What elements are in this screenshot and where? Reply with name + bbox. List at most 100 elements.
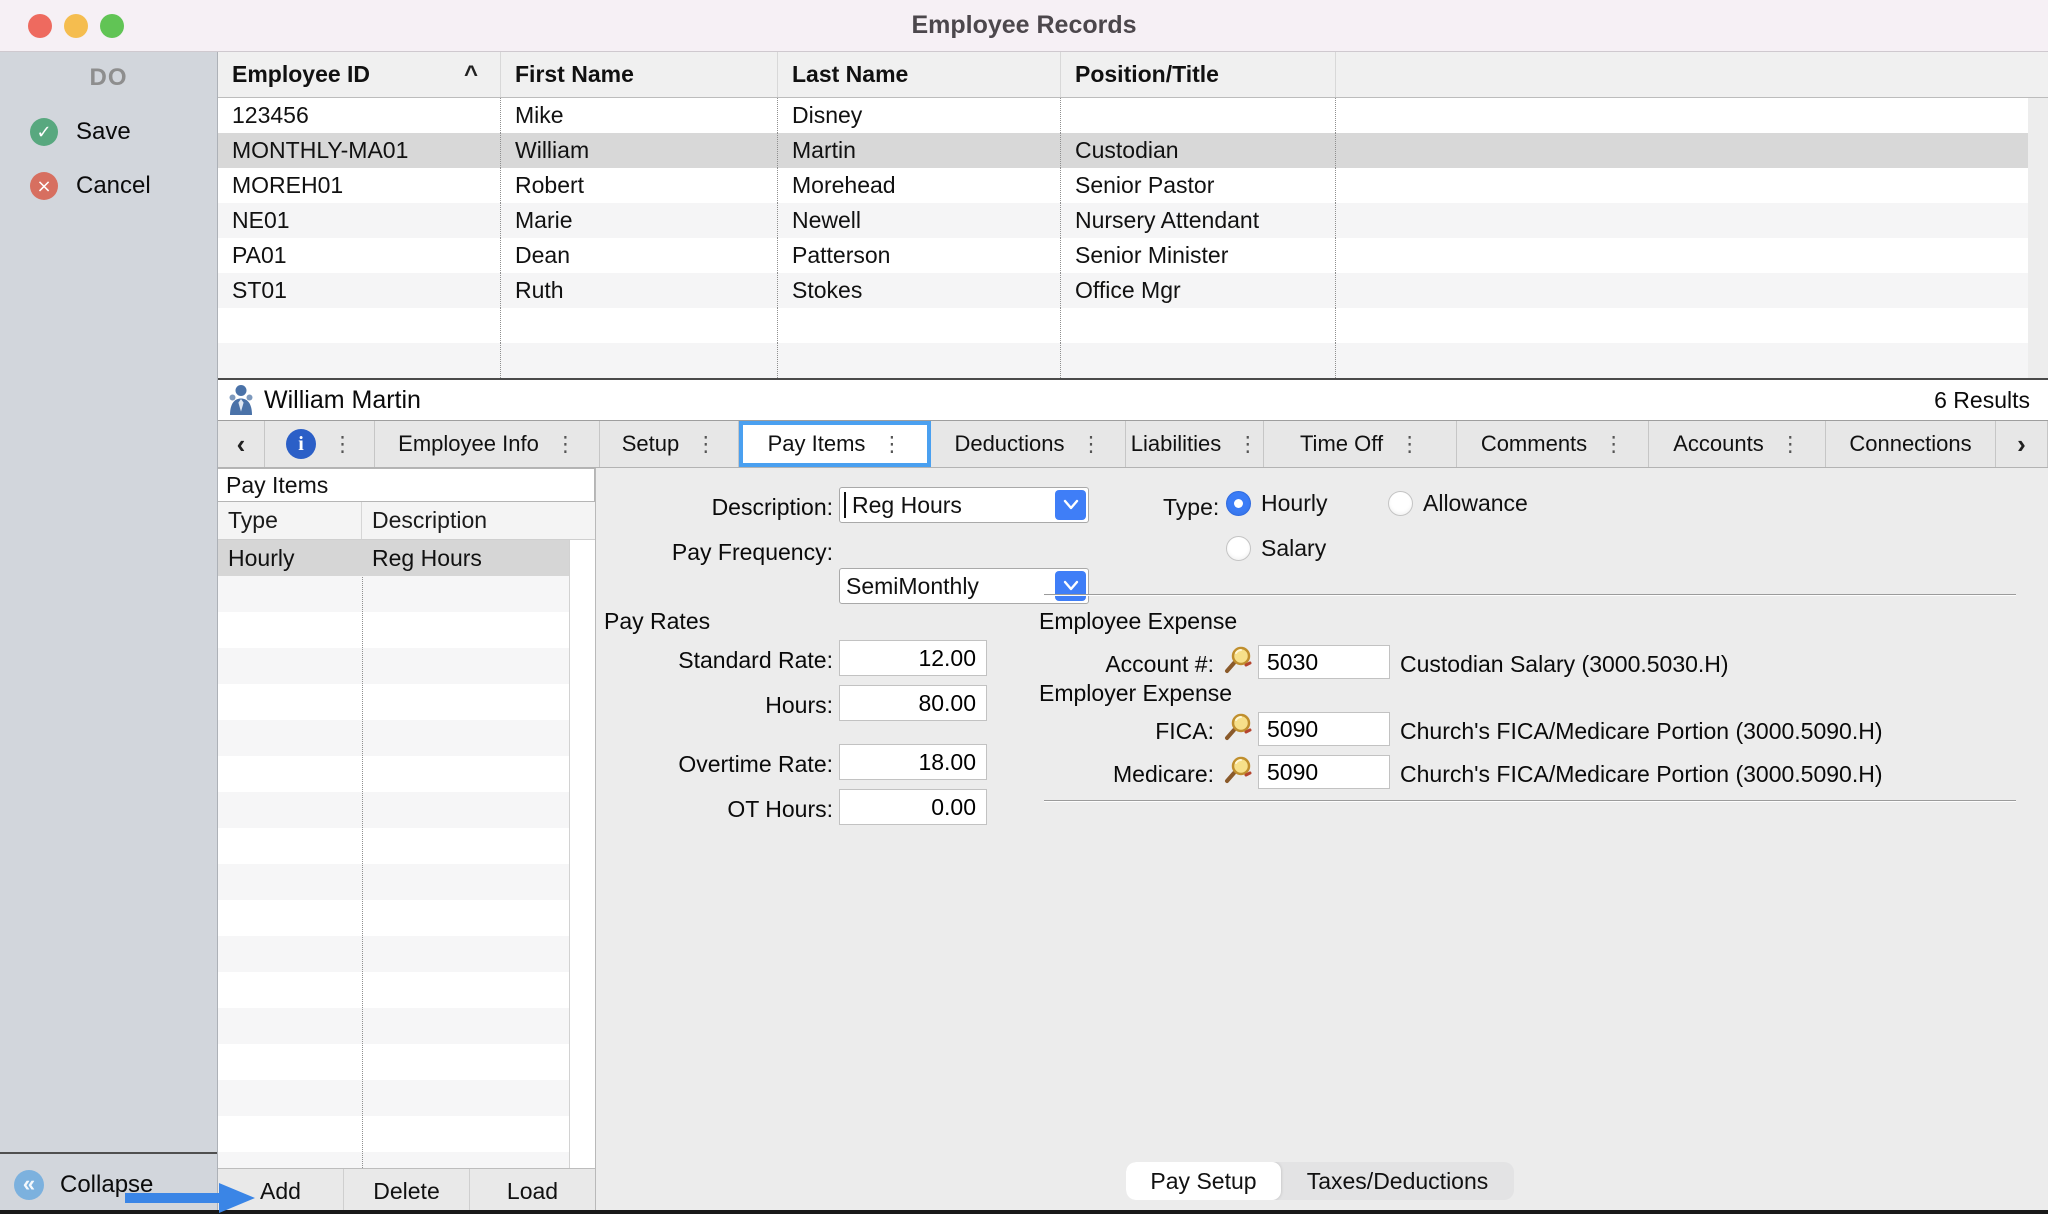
window-title: Employee Records	[0, 11, 2048, 40]
cell-empty	[1336, 168, 2048, 203]
column-header-first-name[interactable]: First Name	[501, 52, 778, 97]
fica-lookup-icon[interactable]	[1224, 712, 1254, 748]
tab-setup[interactable]: Setup ⋮	[600, 421, 739, 467]
tab-comments[interactable]: Comments ⋮	[1457, 421, 1649, 467]
radio-hourly[interactable]: Hourly	[1226, 490, 1327, 517]
fica-account-input[interactable]	[1258, 712, 1390, 746]
tab-time-off[interactable]: Time Off ⋮	[1264, 421, 1457, 467]
radio-selected-icon	[1226, 491, 1251, 516]
dropdown-button[interactable]	[1055, 571, 1086, 601]
medicare-lookup-icon[interactable]	[1224, 755, 1254, 791]
save-button-label: Save	[76, 118, 131, 146]
tab-overflow-icon[interactable]: ⋮	[881, 432, 902, 456]
pay-item-form: Description: Reg Hours Pay Frequency: Se…	[596, 468, 2048, 1214]
table-row-empty	[218, 343, 2048, 378]
ot-hours-input[interactable]	[839, 789, 987, 825]
tab-scroll-left-button[interactable]: ‹	[218, 421, 265, 467]
tab-pay-setup[interactable]: Pay Setup	[1126, 1162, 1281, 1200]
cancel-cross-icon: ×	[30, 172, 58, 200]
tab-employee-info[interactable]: Employee Info ⋮	[375, 421, 600, 467]
record-employee-name: William Martin	[264, 386, 421, 415]
sort-ascending-icon[interactable]: ^	[464, 61, 486, 89]
tab-label: Pay Items	[768, 431, 866, 457]
column-header-empty	[1336, 52, 2048, 97]
employer-expense-title: Employer Expense	[1039, 680, 1232, 707]
pay-rates-title: Pay Rates	[604, 608, 710, 635]
account-number-input[interactable]	[1258, 645, 1390, 679]
table-row[interactable]: NE01 Marie Newell Nursery Attendant	[218, 203, 2048, 238]
close-window-icon[interactable]	[28, 14, 52, 38]
cancel-button[interactable]: × Cancel	[0, 172, 217, 200]
sidebar-header: DO	[0, 64, 217, 92]
column-header-description[interactable]: Description	[362, 502, 487, 539]
hours-label: Hours:	[596, 692, 833, 719]
column-header-position-title[interactable]: Position/Title	[1061, 52, 1336, 97]
tab-overflow-icon[interactable]: ⋮	[695, 432, 716, 456]
overtime-rate-input[interactable]	[839, 744, 987, 780]
cell-employee-id: 123456	[218, 98, 501, 133]
tab-overflow-icon[interactable]: ⋮	[1237, 432, 1258, 456]
tab-info[interactable]: i ⋮	[265, 421, 375, 467]
description-combobox[interactable]: Reg Hours	[839, 487, 1089, 523]
standard-rate-input[interactable]	[839, 640, 987, 676]
column-header-label: Last Name	[792, 61, 908, 88]
account-lookup-icon[interactable]	[1224, 645, 1254, 681]
record-tab-bar: ‹ i ⋮ Employee Info ⋮ Setup ⋮ Pay Items …	[218, 420, 2048, 468]
cell-first-name: Robert	[501, 168, 778, 203]
person-icon	[228, 384, 254, 416]
fica-account-description: Church's FICA/Medicare Portion (3000.509…	[1400, 718, 1883, 745]
radio-label: Hourly	[1261, 490, 1327, 517]
ot-hours-label: OT Hours:	[596, 796, 833, 823]
pay-items-scrollbar[interactable]	[569, 540, 595, 1168]
column-header-type[interactable]: Type	[218, 502, 362, 539]
radio-salary[interactable]: Salary	[1226, 535, 1326, 562]
section-divider-bottom	[1044, 800, 2016, 802]
column-header-employee-id[interactable]: Employee ID ^	[218, 52, 501, 97]
save-button[interactable]: ✓ Save	[0, 118, 217, 146]
tab-accounts[interactable]: Accounts ⋮	[1649, 421, 1826, 467]
cell-last-name: Newell	[778, 203, 1061, 238]
account-description: Custodian Salary (3000.5030.H)	[1400, 651, 1729, 678]
radio-allowance[interactable]: Allowance	[1388, 490, 1528, 517]
delete-button[interactable]: Delete	[344, 1169, 470, 1214]
dropdown-button[interactable]	[1055, 490, 1086, 520]
tab-overflow-icon[interactable]: ⋮	[1603, 432, 1624, 456]
employee-table-header: Employee ID ^ First Name Last Name Posit…	[218, 52, 2048, 98]
pay-frequency-combobox[interactable]: SemiMonthly	[839, 568, 1089, 604]
hours-input[interactable]	[839, 685, 987, 721]
load-button[interactable]: Load	[470, 1169, 595, 1214]
section-divider-top	[1044, 594, 2016, 596]
column-header-last-name[interactable]: Last Name	[778, 52, 1061, 97]
cell-empty	[1336, 238, 2048, 273]
tab-connections[interactable]: Connections	[1826, 421, 1996, 467]
table-row[interactable]: ST01 Ruth Stokes Office Mgr	[218, 273, 2048, 308]
tab-label: Time Off	[1300, 431, 1383, 457]
tab-overflow-icon[interactable]: ⋮	[1081, 432, 1102, 456]
tab-overflow-icon[interactable]: ⋮	[1780, 432, 1801, 456]
tab-taxes-deductions[interactable]: Taxes/Deductions	[1281, 1162, 1514, 1200]
cell-last-name: Stokes	[778, 273, 1061, 308]
list-item-selected[interactable]: Hourly Reg Hours	[218, 540, 570, 576]
table-row[interactable]: 123456 Mike Disney	[218, 98, 2048, 133]
tab-deductions[interactable]: Deductions ⋮	[931, 421, 1126, 467]
cell-position	[1061, 98, 1336, 133]
pay-items-list: Hourly Reg Hours	[218, 540, 595, 1168]
cancel-button-label: Cancel	[76, 172, 151, 200]
zoom-window-icon[interactable]	[100, 14, 124, 38]
cell-employee-id: NE01	[218, 203, 501, 238]
medicare-account-input[interactable]	[1258, 755, 1390, 789]
minimize-window-icon[interactable]	[64, 14, 88, 38]
table-row[interactable]: PA01 Dean Patterson Senior Minister	[218, 238, 2048, 273]
tab-overflow-icon[interactable]: ⋮	[555, 432, 576, 456]
standard-rate-label: Standard Rate:	[596, 647, 833, 674]
table-row[interactable]: MOREH01 Robert Morehead Senior Pastor	[218, 168, 2048, 203]
tab-scroll-right-button[interactable]: ›	[1996, 421, 2048, 467]
tab-pay-items[interactable]: Pay Items ⋮	[739, 421, 931, 467]
annotation-arrow	[125, 1182, 257, 1214]
tab-liabilities[interactable]: Liabilities ⋮	[1126, 421, 1264, 467]
table-row-empty	[218, 308, 2048, 343]
tab-overflow-icon[interactable]: ⋮	[332, 432, 353, 456]
results-count: 6 Results	[1934, 387, 2030, 414]
table-row-selected[interactable]: MONTHLY-MA01 William Martin Custodian	[218, 133, 2048, 168]
tab-overflow-icon[interactable]: ⋮	[1399, 432, 1420, 456]
